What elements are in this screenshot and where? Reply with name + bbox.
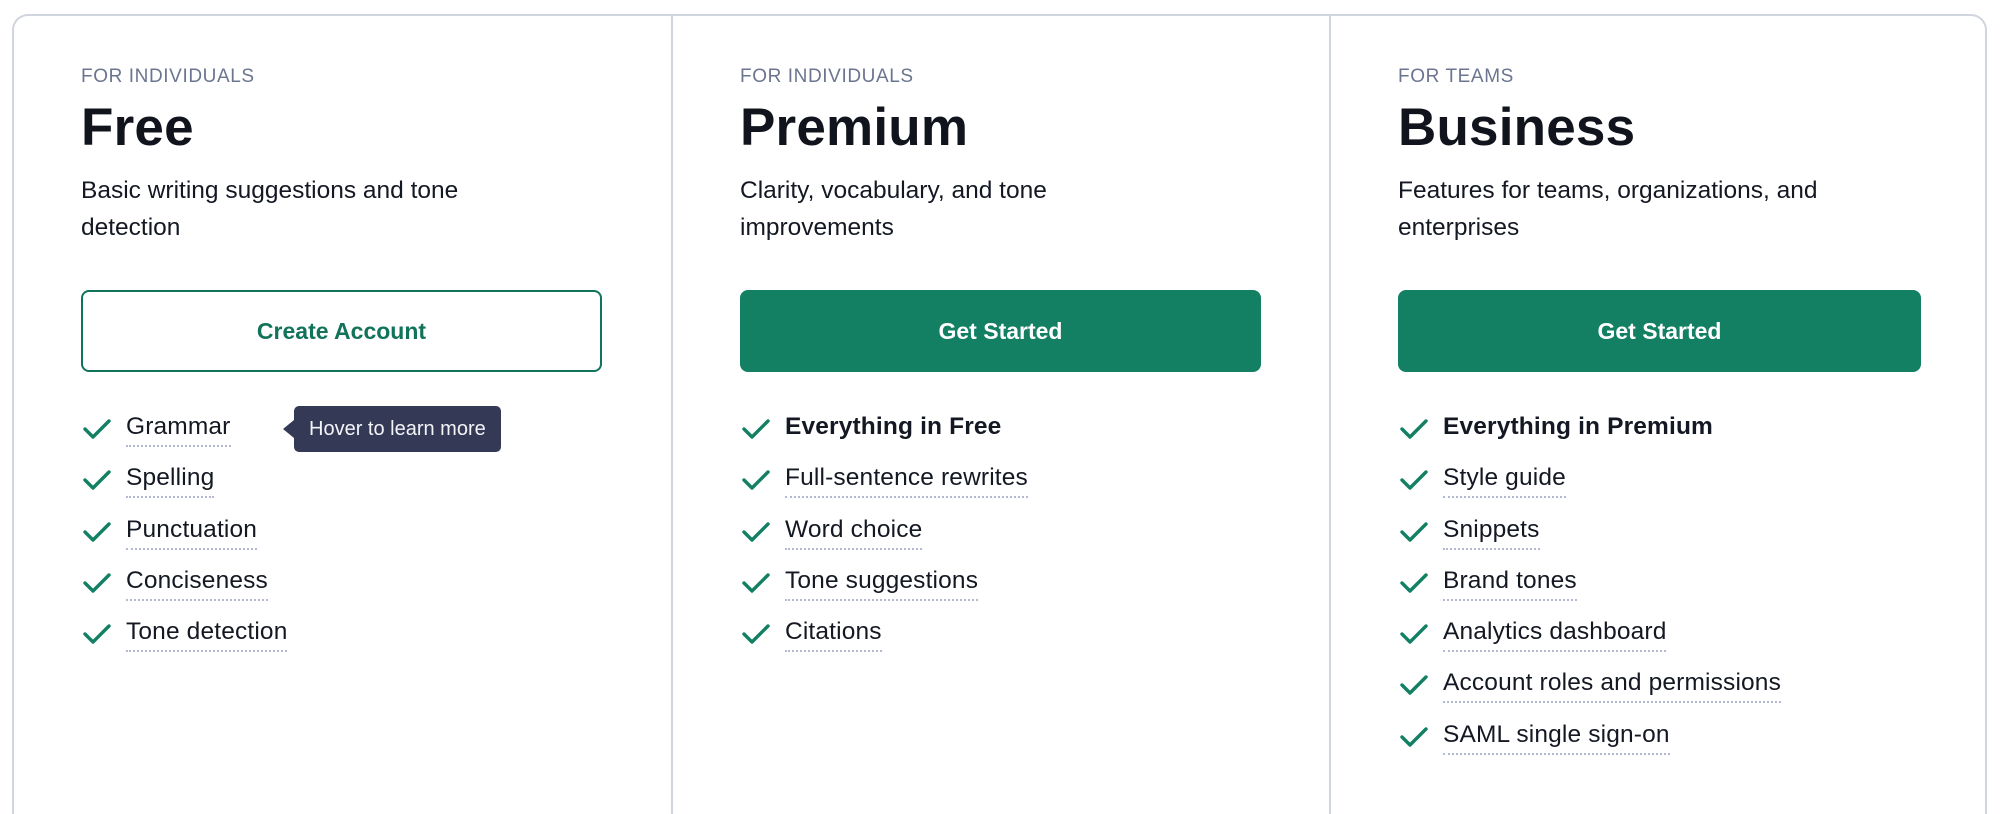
plan-audience-label: FOR TEAMS — [1398, 66, 1514, 87]
feature-item-account-roles: Account roles and permissions — [1398, 668, 1985, 719]
check-icon — [1400, 470, 1428, 490]
plan-description: Basic writing suggestions and tone detec… — [81, 177, 459, 241]
feature-item-snippets: Snippets — [1398, 515, 1985, 566]
plan-audience-label: FOR INDIVIDUALS — [81, 66, 255, 87]
feature-list: Grammar Hover to learn more Spelling Pun… — [81, 406, 671, 668]
check-icon — [1400, 624, 1428, 644]
check-icon — [742, 573, 770, 593]
feature-label[interactable]: Tone suggestions — [785, 566, 979, 601]
tooltip: Hover to learn more — [283, 406, 501, 452]
feature-item-spelling: Spelling — [81, 463, 671, 514]
feature-item-analytics-dashboard: Analytics dashboard — [1398, 617, 1985, 668]
feature-list: Everything in Premium Style guide Snippe… — [1398, 412, 1985, 771]
check-icon — [1400, 521, 1428, 542]
feature-label[interactable]: Conciseness — [126, 566, 268, 601]
check-icon — [1400, 573, 1428, 593]
feature-item-everything-in-premium: Everything in Premium — [1398, 412, 1985, 463]
feature-label[interactable]: Account roles and permissions — [1443, 668, 1781, 704]
feature-label[interactable]: Word choice — [785, 515, 923, 550]
feature-item-everything-in-free: Everything in Free — [740, 412, 1329, 463]
feature-item-conciseness: Conciseness — [81, 566, 671, 617]
feature-label[interactable]: Brand tones — [1443, 566, 1577, 601]
plan-name: Business — [1398, 98, 1636, 157]
plan-free: FOR INDIVIDUALS Free Basic writing sugge… — [14, 16, 671, 814]
feature-label[interactable]: Snippets — [1443, 515, 1540, 550]
feature-label[interactable]: Citations — [785, 617, 882, 653]
feature-label[interactable]: Punctuation — [126, 515, 258, 550]
plan-premium: FOR INDIVIDUALS Premium Clarity, vocabul… — [671, 16, 1329, 814]
plan-audience-label: FOR INDIVIDUALS — [740, 66, 914, 87]
pricing-table: FOR INDIVIDUALS Free Basic writing sugge… — [12, 14, 1987, 814]
check-icon — [83, 521, 111, 542]
feature-label[interactable]: Tone detection — [126, 617, 288, 653]
feature-item-word-choice: Word choice — [740, 515, 1329, 566]
feature-item-tone-suggestions: Tone suggestions — [740, 566, 1329, 617]
check-icon — [83, 573, 111, 593]
plan-description: Clarity, vocabulary, and tone improvemen… — [740, 177, 1047, 241]
feature-item-saml-sso: SAML single sign-on — [1398, 720, 1985, 771]
check-icon — [83, 624, 111, 644]
plan-description: Features for teams, organizations, and e… — [1398, 177, 1818, 241]
get-started-business-button[interactable]: Get Started — [1398, 290, 1921, 372]
feature-label[interactable]: Style guide — [1443, 463, 1566, 499]
feature-label[interactable]: Grammar — [126, 412, 231, 447]
feature-label[interactable]: SAML single sign-on — [1443, 720, 1670, 755]
feature-item-full-sentence-rewrites: Full-sentence rewrites — [740, 463, 1329, 514]
feature-item-punctuation: Punctuation — [81, 515, 671, 566]
feature-list: Everything in Free Full-sentence rewrite… — [740, 412, 1329, 668]
feature-label[interactable]: Spelling — [126, 463, 215, 499]
feature-item-brand-tones: Brand tones — [1398, 566, 1985, 617]
feature-label: Everything in Premium — [1443, 413, 1713, 440]
check-icon — [742, 521, 770, 542]
check-icon — [1400, 419, 1428, 439]
check-icon — [1400, 675, 1428, 696]
check-icon — [742, 624, 770, 644]
feature-label[interactable]: Full-sentence rewrites — [785, 463, 1028, 499]
get-started-premium-button[interactable]: Get Started — [740, 290, 1261, 372]
feature-item-tone-detection: Tone detection — [81, 617, 671, 668]
check-icon — [742, 419, 770, 439]
feature-label: Everything in Free — [785, 413, 1002, 440]
feature-item-style-guide: Style guide — [1398, 463, 1985, 514]
check-icon — [742, 470, 770, 490]
create-account-button[interactable]: Create Account — [81, 290, 602, 372]
plan-business: FOR TEAMS Business Features for teams, o… — [1329, 16, 1985, 814]
plan-name: Free — [81, 98, 194, 157]
plan-name: Premium — [740, 98, 969, 157]
feature-label[interactable]: Analytics dashboard — [1443, 617, 1667, 653]
check-icon — [83, 470, 111, 490]
feature-item-grammar: Grammar Hover to learn more — [81, 406, 671, 463]
check-icon — [1400, 727, 1428, 747]
check-icon — [83, 419, 111, 439]
feature-item-citations: Citations — [740, 617, 1329, 668]
